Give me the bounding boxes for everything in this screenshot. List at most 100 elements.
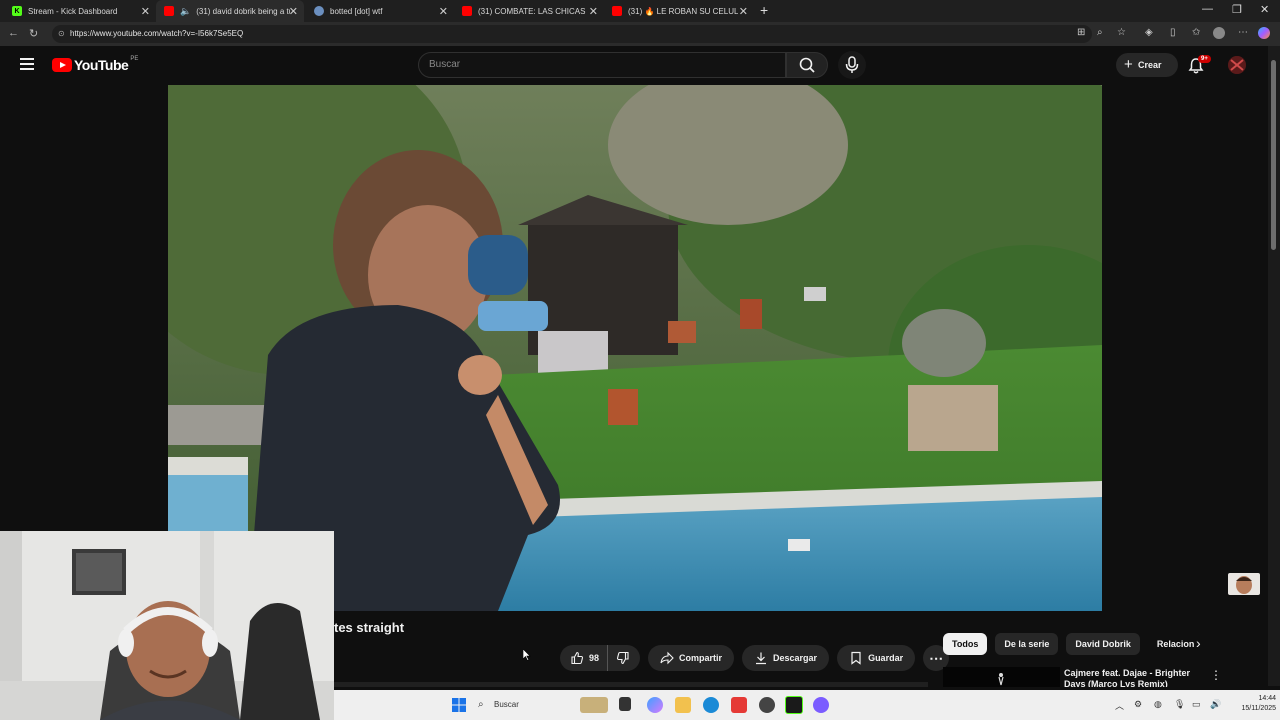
logo-text: YouTube [74, 57, 129, 73]
page-scrollbar[interactable] [1268, 46, 1280, 686]
close-window-icon[interactable]: ✕ [1260, 3, 1269, 16]
taskbar-search[interactable]: ⌕ Buscar [474, 696, 564, 714]
edge-icon[interactable] [703, 697, 719, 713]
chip-todos[interactable]: Todos [943, 633, 988, 655]
download-label: Descargar [773, 653, 818, 663]
tray-app-icon[interactable]: ⚙ [1134, 699, 1142, 710]
app-icon-dark[interactable] [759, 697, 775, 713]
recommendation-filter-chips: Todos De la serie David Dobrik Relacion [943, 633, 1208, 655]
avatar[interactable] [1228, 56, 1246, 74]
webcam-feed [0, 531, 334, 720]
browser-tab-celular[interactable]: (31) 🔥 LE ROBAN SU CELULAR S ✕ [604, 0, 754, 22]
task-view-icon[interactable] [619, 697, 631, 711]
windows-taskbar: ⌕ Buscar ︿ ⚙ ◍ 🎙 ▭ 🔊 14:44 15/11/2025 [334, 690, 1280, 720]
display-icon[interactable]: ▭ [1192, 699, 1201, 710]
minimize-icon[interactable]: — [1202, 3, 1213, 15]
create-button[interactable]: + Crear [1116, 53, 1178, 77]
chip-david-dobrik[interactable]: David Dobrik [1066, 633, 1140, 655]
network-icon[interactable]: ◍ [1154, 699, 1162, 710]
browser-tab-botted[interactable]: botted [dot] wtf ✕ [306, 0, 454, 22]
browser-tab-active[interactable]: 🔈 (31) david dobrik being a tur ✕ [156, 0, 304, 22]
youtube-icon [612, 6, 622, 16]
scrollbar-thumb[interactable] [1271, 60, 1276, 250]
video-actions: 98 Compartir Descargar Guardar ⋯ [560, 645, 957, 671]
like-count: 98 [589, 653, 600, 663]
app-icon-active[interactable] [785, 696, 803, 714]
copilot-icon[interactable] [1258, 27, 1270, 39]
chip-de-la-serie[interactable]: De la serie [995, 633, 1059, 655]
close-icon[interactable]: ✕ [289, 5, 298, 18]
reload-icon[interactable]: ↻ [29, 27, 38, 40]
save-button[interactable]: Guardar [837, 645, 916, 671]
address-bar-row: ← ↻ ⊙ https://www.youtube.com/watch?v=-I… [0, 22, 1280, 46]
chip-relacionados[interactable]: Relacion [1148, 633, 1200, 655]
speaker-icon[interactable]: 🔈 [180, 6, 191, 17]
maximize-icon[interactable]: ❐ [1232, 3, 1242, 16]
url-text: https://www.youtube.com/watch?v=-I56k7Se… [70, 29, 244, 38]
favorites-icon[interactable]: ✩ [1192, 27, 1200, 38]
voice-search-button[interactable] [838, 51, 866, 79]
profile-icon[interactable] [1213, 27, 1225, 39]
clock-time: 14:44 [1258, 695, 1276, 702]
search-icon: ⌕ [478, 699, 484, 710]
like-button[interactable]: 98 [560, 645, 609, 671]
youtube-play-icon [52, 58, 72, 72]
globe-icon [314, 6, 324, 16]
favorite-star-icon[interactable]: ☆ [1117, 27, 1126, 38]
menu-icon[interactable] [20, 58, 34, 70]
bookmark-icon [851, 651, 861, 665]
video-title: tes straight [334, 620, 405, 635]
file-explorer-icon[interactable] [675, 697, 691, 713]
tab-title: (31) 🔥 LE ROBAN SU CELULAR S [628, 6, 738, 16]
split-screen-icon[interactable]: ▯ [1170, 27, 1176, 38]
search-input[interactable]: Buscar [418, 52, 786, 78]
copilot-app-icon[interactable] [647, 697, 663, 713]
more-options-icon[interactable]: ⋯ [1238, 27, 1248, 38]
youtube-logo[interactable]: YouTube PE [52, 56, 138, 73]
url-field[interactable]: ⊙ https://www.youtube.com/watch?v=-I56k7… [52, 25, 1092, 43]
new-tab-icon[interactable]: + [760, 2, 768, 18]
share-icon [660, 651, 674, 665]
close-icon[interactable]: ✕ [141, 5, 150, 18]
windows-start-icon[interactable] [452, 698, 466, 712]
microphone-tray-icon[interactable]: 🎙 [1174, 699, 1185, 710]
recommendation-title[interactable]: Cajmere feat. Dajae - Brighter Days (Mar… [1064, 668, 1199, 687]
microphone-icon [845, 56, 859, 73]
tray-chevron-icon[interactable]: ︿ [1115, 699, 1124, 712]
chevron-right-icon[interactable]: › [1196, 635, 1201, 651]
system-clock[interactable]: 14:44 15/11/2025 [1232, 694, 1276, 714]
dislike-button[interactable] [608, 645, 640, 671]
taskbar-search-label: Buscar [494, 700, 519, 709]
app-icon-red[interactable] [731, 697, 747, 713]
close-icon[interactable]: ✕ [739, 5, 748, 18]
extensions-icon[interactable]: ◈ [1145, 27, 1153, 38]
volume-icon[interactable]: 🔊 [1210, 699, 1221, 710]
close-icon[interactable]: ✕ [589, 5, 598, 18]
clock-date: 15/11/2025 [1241, 705, 1276, 712]
messenger-icon[interactable] [813, 697, 829, 713]
browser-tab-combate[interactable]: (31) COMBATE: LAS CHICAS USA ✕ [454, 0, 604, 22]
plus-icon: + [1124, 56, 1133, 73]
download-button[interactable]: Descargar [742, 645, 830, 671]
zoom-icon[interactable]: ⌕ [1097, 27, 1103, 38]
tab-title: (31) COMBATE: LAS CHICAS USA [478, 6, 588, 16]
widget-icon[interactable] [580, 697, 608, 713]
tab-title: botted [dot] wtf [330, 6, 383, 16]
search-icon [799, 57, 815, 73]
kick-icon: K [12, 6, 22, 16]
more-icon: ⋯ [929, 649, 944, 666]
browser-tab-kick[interactable]: K Stream - Kick Dashboard ✕ [4, 0, 156, 22]
site-info-icon[interactable]: ⊙ [58, 25, 65, 43]
recommendation-thumbnail[interactable] [943, 667, 1060, 687]
kebab-menu-icon[interactable]: ⋮ [1210, 668, 1222, 682]
share-button[interactable]: Compartir [648, 645, 735, 671]
search-button[interactable] [786, 52, 828, 78]
back-icon[interactable]: ← [8, 27, 19, 39]
download-icon [756, 652, 767, 665]
tab-title: (31) david dobrik being a tur [196, 6, 291, 16]
description-box-edge [334, 682, 928, 687]
close-icon[interactable]: ✕ [439, 5, 448, 18]
youtube-icon [164, 6, 174, 16]
apps-icon[interactable]: ⊞ [1077, 27, 1085, 38]
search-placeholder: Buscar [429, 59, 461, 70]
